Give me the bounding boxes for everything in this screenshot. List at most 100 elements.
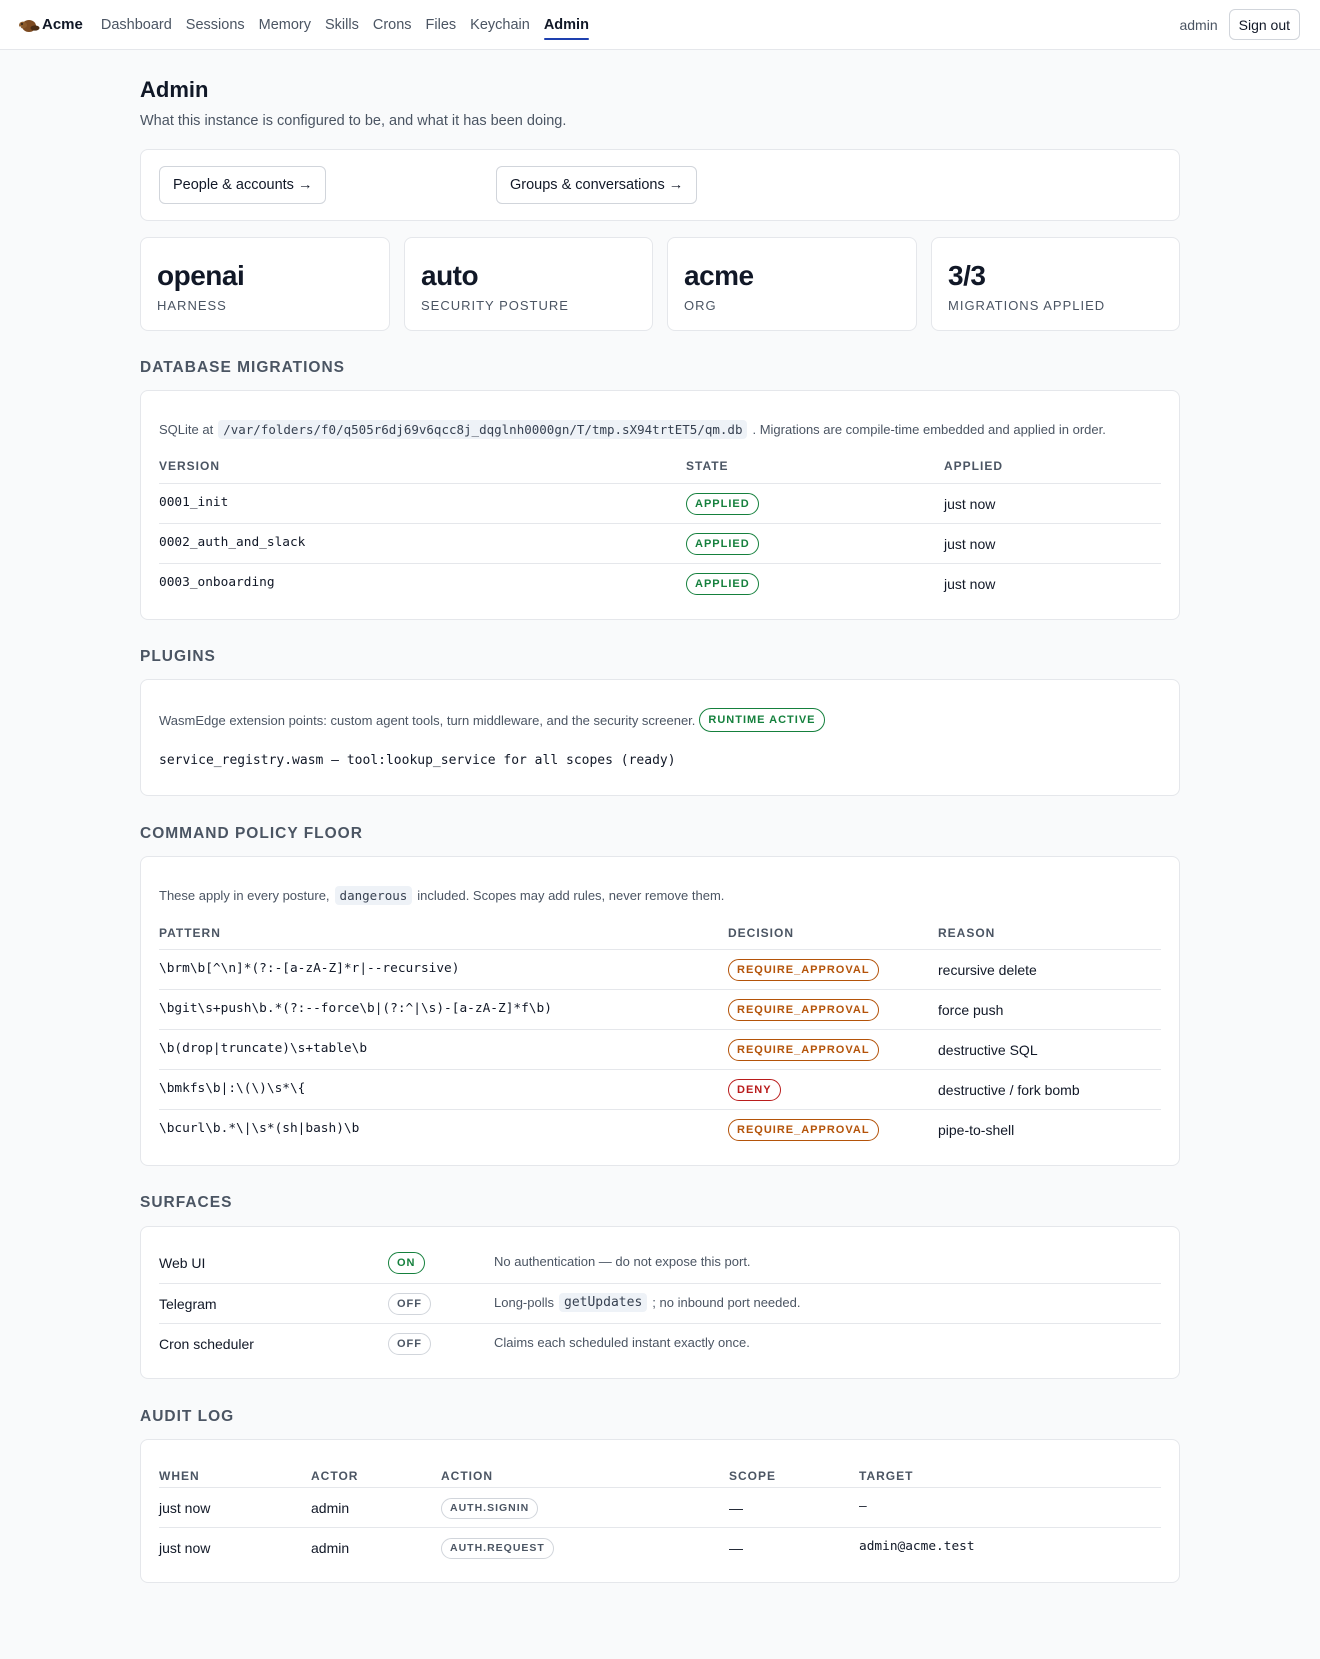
audit-scope: — [729,1500,743,1516]
groups-conversations-link[interactable]: Groups & conversations → [496,166,698,204]
intro-suffix: . Migrations are compile-time embedded a… [752,422,1106,437]
surface-state-badge: OFF [388,1293,431,1315]
audit-card: WHEN ACTOR ACTION SCOPE TARGET just now … [140,1439,1180,1583]
decision-badge: REQUIRE_APPROVAL [728,1119,879,1141]
nav-files[interactable]: Files [426,0,457,50]
decision-cell: REQUIRE_APPROVAL [728,1110,879,1150]
beaver-logo-icon [18,16,40,34]
page-subtitle: What this instance is configured to be, … [140,113,567,129]
audit-row: just now admin AUTH.SIGNIN — — [159,1487,1161,1527]
decision-badge: DENY [728,1079,781,1101]
action-badge: AUTH.SIGNIN [441,1497,539,1519]
brand[interactable]: Acme [18,16,83,34]
surface-state-badge: OFF [388,1333,431,1355]
decision-cell: DENY [728,1070,781,1110]
surface-state-cell: OFF [388,1324,431,1364]
surface-row: Web UI ON No authentication — do not exp… [159,1243,1161,1283]
surface-state-cell: OFF [388,1284,431,1324]
admin-links-card: People & accounts → Groups & conversatio… [140,149,1180,221]
policy-reason: force push [938,1002,1004,1018]
surface-note: Claims each scheduled instant exactly on… [494,1322,750,1362]
stat-card-org: acme ORG [667,237,917,331]
nav-keychain[interactable]: Keychain [470,0,530,50]
audit-target: — [859,1498,867,1514]
table-row: \b(drop|truncate)\s+table\b REQUIRE_APPR… [159,1029,1161,1069]
stat-card-harness: openai HARNESS [140,237,390,331]
runtime-status-badge: RUNTIME ACTIVE [699,708,825,732]
nav-skills[interactable]: Skills [325,0,359,50]
action-badge: AUTH.REQUEST [441,1537,554,1559]
nav-crons[interactable]: Crons [373,0,412,50]
surface-name: Cron scheduler [159,1336,254,1352]
stat-label: HARNESS [157,298,227,313]
stat-value: 3/3 [948,260,986,291]
surface-row: Cron scheduler OFF Claims each scheduled… [159,1323,1161,1363]
decision-cell: REQUIRE_APPROVAL [728,990,879,1030]
col-header-actor: ACTOR [311,1469,359,1483]
people-accounts-link[interactable]: People & accounts → [159,166,327,204]
top-nav-bar: Acme Dashboard Sessions Memory Skills Cr… [0,0,1320,50]
brand-name: Acme [42,16,83,33]
col-header-version: VERSION [159,459,221,473]
surface-state-badge: ON [388,1252,425,1274]
surface-note: Long-polls getUpdates ; no inbound port … [494,1282,800,1322]
section-heading-audit: AUDIT LOG [140,1408,235,1425]
col-header-state: STATE [686,459,729,473]
section-heading-policy: COMMAND POLICY FLOOR [140,825,363,842]
nav-admin[interactable]: Admin [543,0,590,50]
stat-card-migrations: 3/3 MIGRATIONS APPLIED [931,237,1180,331]
audit-target: admin@acme.test [859,1538,975,1554]
intro-prefix: These apply in every posture, [159,888,330,903]
stat-label: SECURITY POSTURE [421,298,569,313]
nav-memory[interactable]: Memory [259,0,311,50]
applied-time: just now [944,536,996,552]
surface-state-cell: ON [388,1243,425,1283]
note-text: No authentication — do not expose this p… [494,1253,751,1269]
note-text: Long-polls [494,1294,554,1310]
surface-name: Web UI [159,1255,206,1271]
migrations-intro: SQLite at /var/folders/f0/q505r6dj69v6qc… [159,420,1106,439]
decision-badge: REQUIRE_APPROVAL [728,1039,879,1061]
state-cell: APPLIED [686,484,759,524]
policy-intro: These apply in every posture, dangerous … [159,886,724,905]
col-header-reason: REASON [938,926,996,940]
table-row: \bmkfs\b|:\(\)\s*\{ DENY destructive / f… [159,1069,1161,1109]
surface-note: No authentication — do not expose this p… [494,1241,751,1281]
table-row: 0002_auth_and_slack APPLIED just now [159,523,1161,563]
surface-name: Telegram [159,1296,217,1312]
table-row: \brm\b[^\n]*(?:-[a-zA-Z]*r|--recursive) … [159,949,1161,989]
intro-prefix: SQLite at [159,422,214,437]
dangerous-code: dangerous [334,886,413,905]
db-path: /var/folders/f0/q505r6dj69v6qcc8j_dqglnh… [218,420,748,439]
audit-row: just now admin AUTH.REQUEST — admin@acme… [159,1527,1161,1567]
audit-scope: — [729,1540,743,1556]
audit-action-cell: AUTH.SIGNIN [441,1488,539,1528]
stat-value: acme [684,260,754,291]
stat-label: MIGRATIONS APPLIED [948,298,1106,313]
policy-pattern: \bmkfs\b|:\(\)\s*\{ [159,1080,306,1096]
policy-reason: destructive SQL [938,1042,1038,1058]
decision-badge: REQUIRE_APPROVAL [728,959,879,981]
policy-pattern: \brm\b[^\n]*(?:-[a-zA-Z]*r|--recursive) [159,960,460,976]
table-row: 0003_onboarding APPLIED just now [159,563,1161,603]
audit-when: just now [159,1540,211,1556]
migrations-card: SQLite at /var/folders/f0/q505r6dj69v6qc… [140,390,1180,620]
col-header-target: TARGET [859,1469,914,1483]
policy-reason: recursive delete [938,962,1037,978]
nav-dashboard[interactable]: Dashboard [101,0,172,50]
migration-version: 0003_onboarding [159,574,275,590]
status-badge: APPLIED [686,573,759,595]
page-title: Admin [140,77,209,102]
status-badge: APPLIED [686,533,759,555]
audit-action-cell: AUTH.REQUEST [441,1528,554,1568]
surface-row: Telegram OFF Long-polls getUpdates ; no … [159,1283,1161,1323]
plugins-intro-text: WasmEdge extension points: custom agent … [159,712,696,728]
sign-out-button[interactable]: Sign out [1228,9,1300,40]
intro-suffix: included. Scopes may add rules, never re… [417,888,725,903]
stat-value: auto [421,260,479,291]
policy-card: These apply in every posture, dangerous … [140,856,1180,1166]
nav-sessions[interactable]: Sessions [186,0,245,50]
applied-time: just now [944,496,996,512]
plugin-entry: service_registry.wasm — tool:lookup_serv… [159,753,676,768]
migration-version: 0001_init [159,494,229,510]
